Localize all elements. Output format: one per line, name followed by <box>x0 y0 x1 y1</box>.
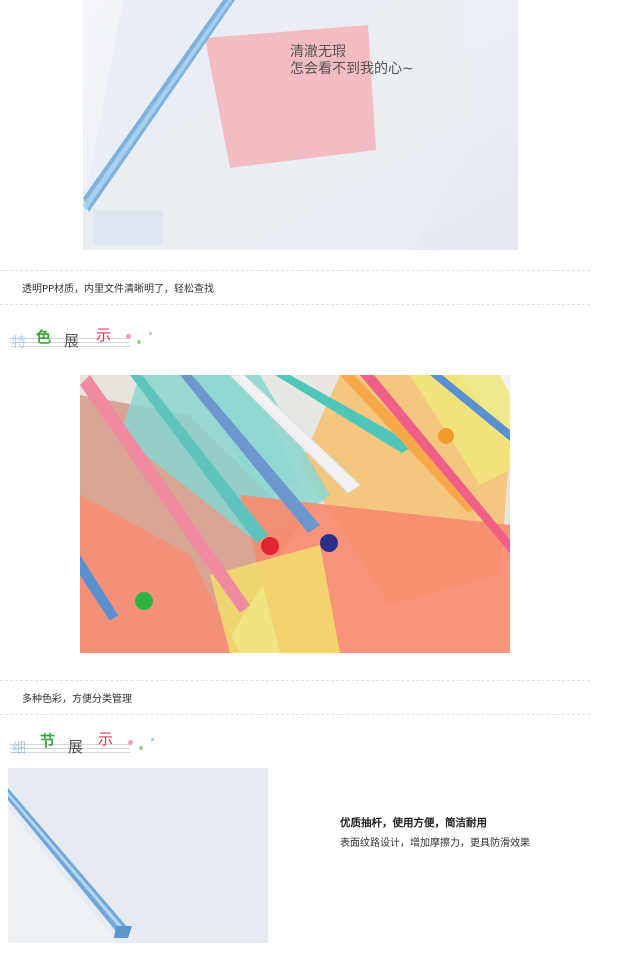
caption-colors: 多种色彩，方便分类管理 <box>22 694 132 705</box>
decor-dot <box>139 746 143 750</box>
decor-dot <box>128 740 133 745</box>
decor-dot <box>151 738 154 741</box>
divider <box>0 680 590 681</box>
overlay-line-1: 清澈无瑕 <box>290 44 346 60</box>
heading-char: 细 <box>12 741 26 757</box>
heading-char: 示 <box>96 326 112 344</box>
heading-char: 示 <box>98 730 114 748</box>
divider <box>0 270 590 271</box>
overlay-line-2: 怎会看不到我的心~ <box>290 61 414 77</box>
caption-material: 透明PP材质，内里文件清晰明了，轻松查找 <box>22 284 215 295</box>
section-heading-color-showcase: 特 色 展 示 <box>4 322 164 351</box>
colorful-folders-illustration <box>80 375 510 653</box>
heading-char: 展 <box>68 738 84 756</box>
product-photo-rail-detail <box>8 768 268 943</box>
section-heading-detail-showcase: 细 节 展 示 <box>4 728 164 757</box>
heading-char: 色 <box>36 328 52 346</box>
heading-char: 特 <box>12 335 26 351</box>
detail-title: 优质抽杆，使用方便，简洁耐用 <box>340 817 487 829</box>
decor-dot <box>137 340 141 344</box>
detail-subtitle: 表面纹路设计，增加摩擦力，更具防滑效果 <box>340 838 530 849</box>
heading-char: 节 <box>40 732 56 750</box>
heading-char: 展 <box>64 332 80 350</box>
decor-dot <box>149 332 152 335</box>
clear-folder-illustration <box>83 0 518 250</box>
product-photo-clear-folder <box>83 0 518 250</box>
divider <box>0 714 590 715</box>
divider <box>0 304 590 305</box>
product-photo-colorful-folders <box>80 375 510 653</box>
decor-dot <box>126 334 131 339</box>
rail-detail-illustration <box>8 768 268 943</box>
